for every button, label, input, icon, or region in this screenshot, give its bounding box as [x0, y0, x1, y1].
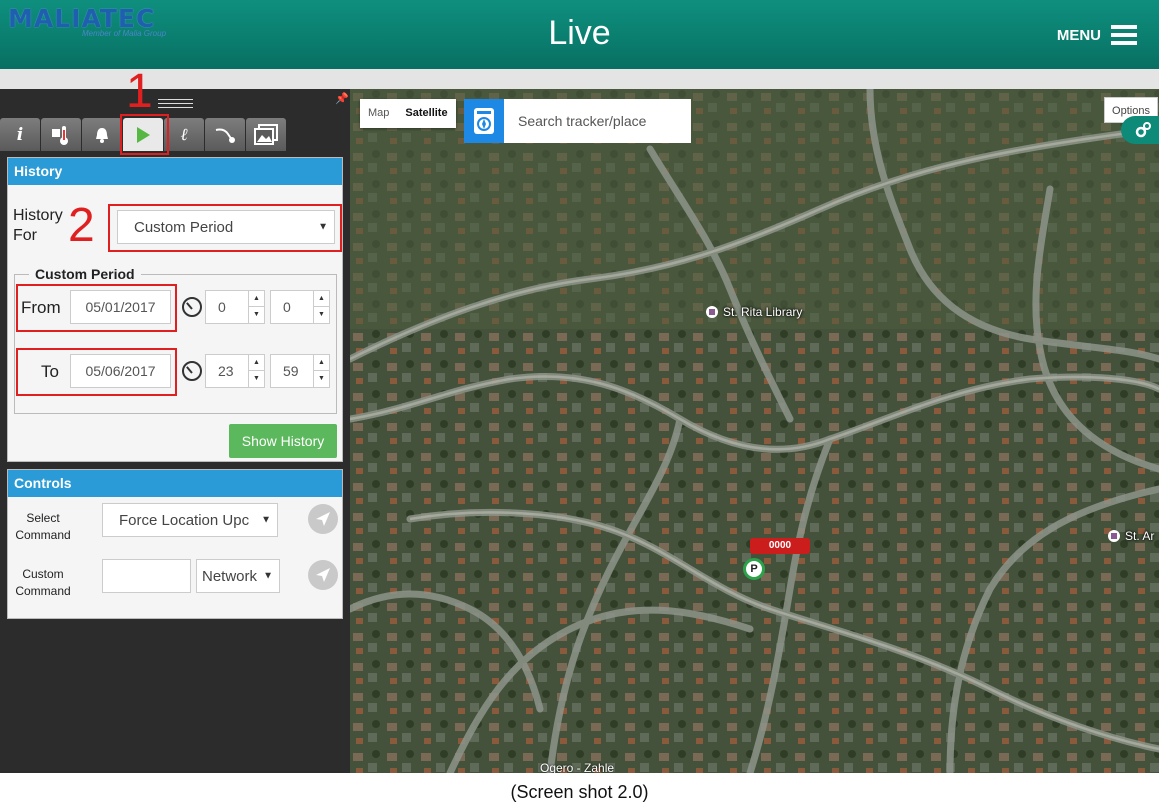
from-hour-value: 0 — [218, 299, 226, 315]
to-date-input[interactable]: 05/06/2017 — [70, 354, 171, 388]
clock-icon — [182, 361, 202, 381]
select-command-value: Force Location Upc — [119, 511, 250, 529]
poi-st-rita-library[interactable]: St. Rita Library — [706, 305, 802, 319]
tracker-label[interactable]: 0000 — [750, 538, 810, 554]
decrement-icon[interactable]: ▼ — [314, 307, 329, 323]
from-date-input[interactable]: 05/01/2017 — [70, 290, 171, 324]
paper-plane-icon — [316, 568, 330, 582]
to-label: To — [41, 362, 59, 381]
tab-info[interactable]: i — [0, 118, 40, 151]
custom-period-legend: Custom Period — [29, 266, 141, 282]
map-attribution: Ogero - Zahle — [540, 761, 615, 773]
from-label: From — [21, 298, 61, 317]
network-dropdown[interactable]: Network ▼ — [196, 559, 280, 593]
decrement-icon[interactable]: ▼ — [249, 371, 264, 387]
history-section: History History For 2 Custom Period ▼ Cu… — [7, 157, 343, 462]
menu-button[interactable]: MENU — [1057, 25, 1137, 45]
tracker-search: Search tracker/place — [464, 99, 691, 143]
to-minute-value: 59 — [283, 363, 299, 379]
satellite-imagery — [350, 89, 1159, 773]
decrement-icon[interactable]: ▼ — [249, 307, 264, 323]
chevron-down-icon: ▼ — [318, 221, 328, 233]
info-icon: i — [16, 124, 24, 145]
from-minute-stepper[interactable]: 0 ▲ ▼ — [270, 290, 330, 324]
chevron-down-icon: ▼ — [263, 570, 273, 582]
chevron-down-icon: ▼ — [261, 514, 271, 526]
controls-heading: Controls — [8, 470, 342, 497]
tab-notes[interactable]: ℓ — [164, 118, 204, 151]
to-hour-stepper[interactable]: 23 ▲ ▼ — [205, 354, 265, 388]
pen-icon: ℓ — [180, 124, 188, 145]
show-history-button[interactable]: Show History — [229, 424, 337, 458]
library-icon — [706, 306, 718, 318]
from-minute-value: 0 — [283, 299, 291, 315]
tab-images[interactable] — [246, 118, 286, 151]
tracker-compass-icon[interactable] — [464, 99, 504, 143]
from-hour-stepper[interactable]: 0 ▲ ▼ — [205, 290, 265, 324]
send-command-button[interactable] — [308, 504, 338, 534]
tab-alerts[interactable] — [82, 118, 122, 151]
to-minute-stepper[interactable]: 59 ▲ ▼ — [270, 354, 330, 388]
map-type-toggle: Map Satellite — [360, 99, 456, 128]
bell-icon — [96, 127, 108, 143]
to-hour-value: 23 — [218, 363, 234, 379]
route-icon — [215, 128, 235, 143]
gears-icon — [1135, 122, 1151, 138]
controls-section: Controls Select Command Force Location U… — [7, 469, 343, 619]
page-title: Live — [548, 14, 611, 52]
hamburger-icon — [1111, 25, 1137, 45]
header-divider — [0, 69, 1159, 89]
satellite-map[interactable]: Map Satellite Search tracker/place Optio… — [350, 89, 1159, 773]
figure-caption: (Screen shot 2.0) — [510, 782, 649, 802]
image-gallery-icon — [254, 123, 278, 145]
history-heading: History — [8, 158, 342, 185]
decrement-icon[interactable]: ▼ — [314, 371, 329, 387]
paper-plane-icon — [316, 512, 330, 526]
network-value: Network — [202, 567, 258, 585]
custom-command-input[interactable] — [102, 559, 191, 593]
annotation-box-1 — [120, 114, 169, 155]
select-command-label: Select Command — [15, 511, 71, 542]
place-icon — [1108, 530, 1120, 542]
select-command-dropdown[interactable]: Force Location Upc ▼ — [102, 503, 278, 537]
tab-routes[interactable] — [205, 118, 245, 151]
search-input[interactable]: Search tracker/place — [504, 99, 691, 143]
tab-sensors[interactable] — [41, 118, 81, 151]
panel-drag-handle[interactable] — [158, 99, 193, 109]
map-type-map-button[interactable]: Map — [360, 99, 397, 128]
increment-icon[interactable]: ▲ — [314, 291, 329, 307]
layers-toggle-button[interactable] — [1121, 116, 1159, 144]
tracker-marker[interactable]: P — [743, 558, 765, 580]
annotation-number-2: 2 — [68, 199, 95, 252]
map-type-satellite-button[interactable]: Satellite — [397, 99, 455, 128]
annotation-number-1: 1 — [126, 65, 153, 118]
history-for-value: Custom Period — [134, 218, 234, 236]
menu-label: MENU — [1056, 26, 1101, 44]
poi-label: St. Ar — [1125, 529, 1155, 543]
increment-icon[interactable]: ▲ — [314, 355, 329, 371]
history-for-select[interactable]: Custom Period ▼ — [117, 210, 335, 244]
pin-icon[interactable]: 📌 — [335, 92, 349, 105]
send-custom-command-button[interactable] — [308, 560, 338, 590]
thermometer-icon — [52, 125, 68, 145]
poi-right-edge[interactable]: St. Ar — [1108, 529, 1154, 543]
increment-icon[interactable]: ▲ — [249, 355, 264, 371]
poi-label: St. Rita Library — [723, 305, 803, 319]
custom-command-label: Custom Command — [15, 567, 71, 598]
increment-icon[interactable]: ▲ — [249, 291, 264, 307]
clock-icon — [182, 297, 202, 317]
app-header: MALIATEC Member of Malia Group Live MENU — [0, 0, 1159, 69]
side-panel: 📌 i ℓ 1 History History For 2 Custom Per… — [0, 65, 350, 773]
